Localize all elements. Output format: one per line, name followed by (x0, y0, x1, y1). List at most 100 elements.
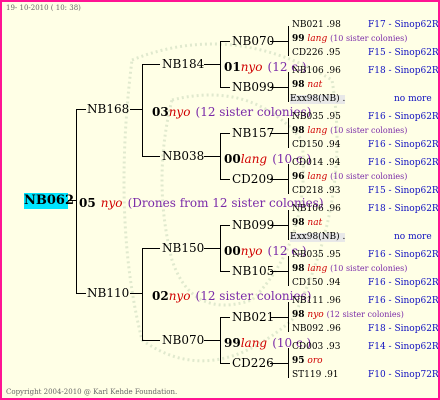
connector (142, 64, 143, 156)
year: 03 (152, 105, 169, 119)
license-label: F16 - Sinop62R (368, 296, 439, 306)
connector (288, 72, 289, 102)
ancestor-row[interactable]: NB111 .96 (292, 297, 341, 306)
connector (204, 64, 220, 65)
queen-node[interactable]: NB184 (162, 58, 204, 70)
date-header: 19- 10-2010 ( 10: 38) (6, 4, 81, 12)
ancestor-row[interactable]: NB035 .95 (292, 113, 341, 122)
queen-node[interactable]: NB099 (232, 219, 274, 231)
ancestor-row[interactable]: CD150 .94 (292, 279, 340, 288)
connector (270, 41, 288, 42)
ancestor-row[interactable]: CD003 .93 (292, 343, 340, 352)
connector (288, 118, 289, 148)
ancestor-row[interactable]: Exx98(NB) . (290, 233, 346, 242)
connector (288, 302, 289, 332)
ancestor-info: 98 nyo (12 sister colonies) (292, 311, 404, 320)
race: nat (307, 80, 323, 90)
ancestor-info: 96 lang (10 sister colonies) (292, 173, 407, 182)
ancestor-row[interactable]: ST119 .91 (292, 371, 339, 380)
year: 98 (292, 126, 305, 136)
queen-node[interactable]: NB157 (232, 127, 274, 139)
connector (204, 340, 220, 341)
ancestor-name: NB111 .96 (292, 296, 341, 306)
description: (10 sister colonies) (330, 126, 408, 135)
license-label: F18 - Sinop62R (368, 66, 439, 76)
connector (288, 348, 289, 378)
connector (288, 26, 289, 56)
ancestor-name: CD150 .94 (292, 278, 341, 288)
connector (142, 156, 160, 157)
connector (76, 293, 86, 294)
connector (204, 156, 220, 157)
connector (270, 179, 288, 180)
connector (220, 317, 230, 318)
ancestor-row[interactable]: CD226 .95 (292, 49, 340, 58)
queen-node[interactable]: NB021 (232, 311, 274, 323)
year: 02 (152, 289, 169, 303)
license-label: F17 - Sinop62R (368, 20, 439, 30)
root-queen[interactable]: NB062 (24, 193, 74, 209)
license-label: F16 - Sinop62R (368, 140, 439, 150)
ancestor-row[interactable]: NB021 .98 (292, 21, 341, 30)
connector (270, 133, 288, 134)
year: 98 (292, 264, 305, 274)
connector (130, 109, 142, 110)
description: (10 sister colonies) (330, 34, 408, 43)
queen-info: 02nyo (12 sister colonies) (152, 287, 311, 303)
ancestor-row[interactable]: NB092 .96 (292, 325, 341, 334)
connector (220, 363, 230, 364)
connector (130, 293, 142, 294)
queen-info: 03nyo (12 sister colonies) (152, 103, 311, 119)
race: nyo (100, 196, 123, 210)
race: lang (307, 264, 328, 274)
queen-node[interactable]: NB105 (232, 265, 274, 277)
description: (10 sister colonies) (330, 264, 408, 273)
connector (76, 109, 86, 110)
description: (10 sister colonies) (330, 172, 408, 181)
connector (270, 87, 288, 88)
ancestor-row[interactable]: CD218 .93 (292, 187, 340, 196)
ancestor-row[interactable]: CD150 .94 (292, 141, 340, 150)
description: (12 sister colonies) (326, 310, 404, 319)
connector (142, 340, 160, 341)
ancestor-row[interactable]: NB035 .95 (292, 251, 341, 260)
race: nyo (240, 244, 263, 258)
ancestor-row[interactable]: NB106 .96 (292, 67, 341, 76)
no-more-label: no more (394, 94, 432, 104)
queen-node[interactable]: NB038 (162, 150, 204, 162)
queen-node[interactable]: NB110 (87, 287, 129, 299)
queen-node[interactable]: CD209 (232, 173, 274, 185)
connector (68, 200, 76, 201)
connector (204, 248, 220, 249)
queen-node[interactable]: NB070 (162, 334, 204, 346)
connector (76, 109, 77, 293)
connector (288, 164, 289, 194)
license-label: F16 - Sinop62R (368, 250, 439, 260)
year: 01 (224, 60, 241, 74)
race: lang (307, 34, 328, 44)
ancestor-name: NB092 .96 (292, 324, 341, 334)
queen-node[interactable]: NB168 (87, 103, 129, 115)
connector (220, 87, 230, 88)
queen-node[interactable]: CD226 (232, 357, 274, 369)
license-label: F18 - Sinop62R (368, 204, 439, 214)
ancestor-row[interactable]: NB106 .96 (292, 205, 341, 214)
ancestor-name: Exx98(NB) . (290, 94, 346, 104)
ancestor-info: 98 nat (292, 81, 322, 90)
connector (220, 271, 230, 272)
copyright-footer: Copyright 2004-2010 @ Karl Kehde Foundat… (6, 388, 178, 396)
ancestor-name: NB035 .95 (292, 250, 341, 260)
race: lang (307, 126, 328, 136)
license-label: F16 - Sinop62R (368, 158, 439, 168)
connector (142, 64, 160, 65)
queen-node[interactable]: NB070 (232, 35, 274, 47)
connector (220, 41, 230, 42)
ancestor-row[interactable]: Exx98(NB) . (290, 94, 346, 104)
year: 05 (79, 196, 96, 210)
connector (270, 271, 288, 272)
queen-node[interactable]: NB150 (162, 242, 204, 254)
ancestor-row[interactable]: CD014 .94 (292, 159, 340, 168)
race: lang (240, 336, 268, 350)
queen-node[interactable]: NB099 (232, 81, 274, 93)
race: oro (307, 356, 323, 366)
